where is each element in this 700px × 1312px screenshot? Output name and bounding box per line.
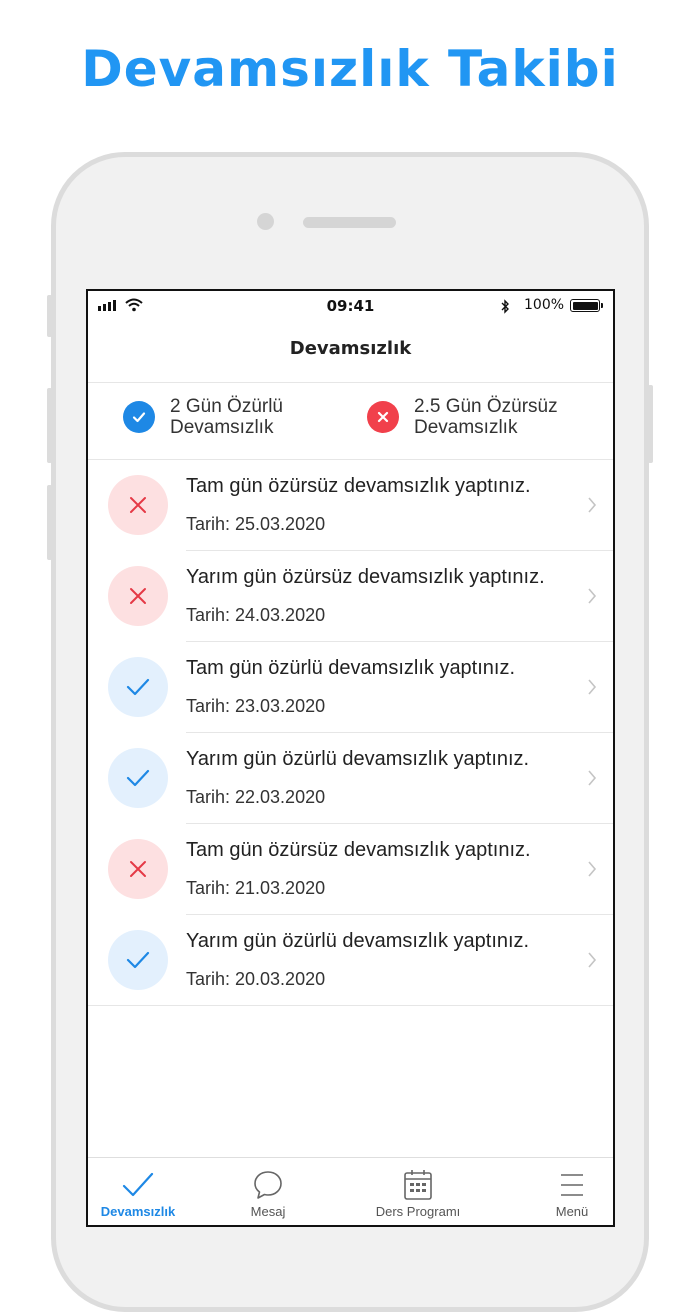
list-item[interactable]: Yarım gün özürlü devamsızlık yaptınız. T… (88, 733, 613, 824)
absence-date: Tarih: 20.03.2020 (186, 969, 326, 989)
chevron-right-icon (588, 861, 597, 877)
hamburger-menu-icon (559, 1168, 585, 1202)
tab-label: Ders Programı (375, 1204, 461, 1219)
absence-date: Tarih: 21.03.2020 (186, 878, 326, 898)
phone-camera (257, 213, 274, 230)
calendar-icon (403, 1168, 433, 1202)
check-icon (121, 1168, 155, 1202)
battery-percent: 100% (524, 297, 565, 313)
check-icon (123, 401, 155, 433)
bluetooth-icon (501, 299, 509, 314)
absence-date: Tarih: 23.03.2020 (186, 696, 326, 716)
absence-date: Tarih: 22.03.2020 (186, 787, 326, 807)
list-item[interactable]: Tam gün özürsüz devamsızlık yaptınız. Ta… (88, 824, 613, 915)
unexcused-status-icon (108, 566, 168, 626)
unexcused-status-icon (108, 475, 168, 535)
excused-type-label: Devamsızlık (170, 417, 274, 438)
tab-mesaj[interactable]: Mesaj (222, 1158, 314, 1225)
list-item[interactable]: Tam gün özürlü devamsızlık yaptınız. Tar… (88, 642, 613, 733)
absence-list: Tam gün özürsüz devamsızlık yaptınız. Ta… (88, 460, 613, 1006)
tab-devamsizlik[interactable]: Devamsızlık (92, 1158, 184, 1225)
list-item[interactable]: Tam gün özürsüz devamsızlık yaptınız. Ta… (88, 460, 613, 551)
absence-title: Yarım gün özürlü devamsızlık yaptınız. (186, 930, 530, 952)
status-bar: 09:41 100% (88, 291, 613, 321)
absence-date: Tarih: 25.03.2020 (186, 514, 326, 534)
list-item[interactable]: Yarım gün özürsüz devamsızlık yaptınız. … (88, 551, 613, 642)
absence-title: Yarım gün özürsüz devamsızlık yaptınız. (186, 566, 545, 588)
chevron-right-icon (588, 952, 597, 968)
excused-status-icon (108, 930, 168, 990)
unexcused-status-icon (108, 839, 168, 899)
unexcused-summary: 2.5 Gün Özürsüz Devamsızlık (367, 396, 558, 438)
absence-title: Yarım gün özürlü devamsızlık yaptınız. (186, 748, 530, 770)
absence-summary: 2 Gün Özürlü Devamsızlık 2.5 Gün Özürsüz… (88, 383, 613, 459)
chevron-right-icon (588, 588, 597, 604)
phone-side-button (47, 295, 52, 337)
page-headline: Devamsızlık Takibi (81, 40, 619, 98)
chevron-right-icon (588, 770, 597, 786)
excused-status-icon (108, 748, 168, 808)
chevron-right-icon (588, 497, 597, 513)
phone-side-button (648, 385, 653, 463)
tab-menu[interactable]: Menü (528, 1158, 613, 1225)
battery-icon (570, 299, 603, 312)
tab-ders-programi[interactable]: Ders Programı (363, 1158, 473, 1225)
phone-side-button (47, 485, 52, 560)
tab-bar: Devamsızlık Mesaj Ders Programı Menü (88, 1157, 613, 1225)
app-screen: 09:41 100% Devamsızlık 2 Gün Özürlü Deva… (86, 289, 615, 1227)
chevron-right-icon (588, 679, 597, 695)
absence-date: Tarih: 24.03.2020 (186, 605, 326, 625)
tab-label: Menü (555, 1204, 589, 1219)
excused-days-label: 2 Gün Özürlü (170, 396, 283, 417)
excused-status-icon (108, 657, 168, 717)
excused-summary: 2 Gün Özürlü Devamsızlık (123, 396, 283, 438)
phone-side-button (47, 388, 52, 463)
absence-title: Tam gün özürsüz devamsızlık yaptınız. (186, 475, 531, 497)
absence-title: Tam gün özürsüz devamsızlık yaptınız. (186, 839, 531, 861)
unexcused-type-label: Devamsızlık (414, 417, 518, 438)
list-item[interactable]: Yarım gün özürlü devamsızlık yaptınız. T… (88, 915, 613, 1006)
unexcused-days-label: 2.5 Gün Özürsüz (414, 396, 558, 417)
close-icon (367, 401, 399, 433)
phone-speaker (303, 217, 396, 228)
page-title: Devamsızlık (289, 338, 412, 359)
tab-label: Devamsızlık (100, 1204, 176, 1219)
tab-label: Mesaj (250, 1204, 286, 1219)
chat-bubble-icon (252, 1168, 284, 1202)
absence-title: Tam gün özürlü devamsızlık yaptınız. (186, 657, 516, 679)
